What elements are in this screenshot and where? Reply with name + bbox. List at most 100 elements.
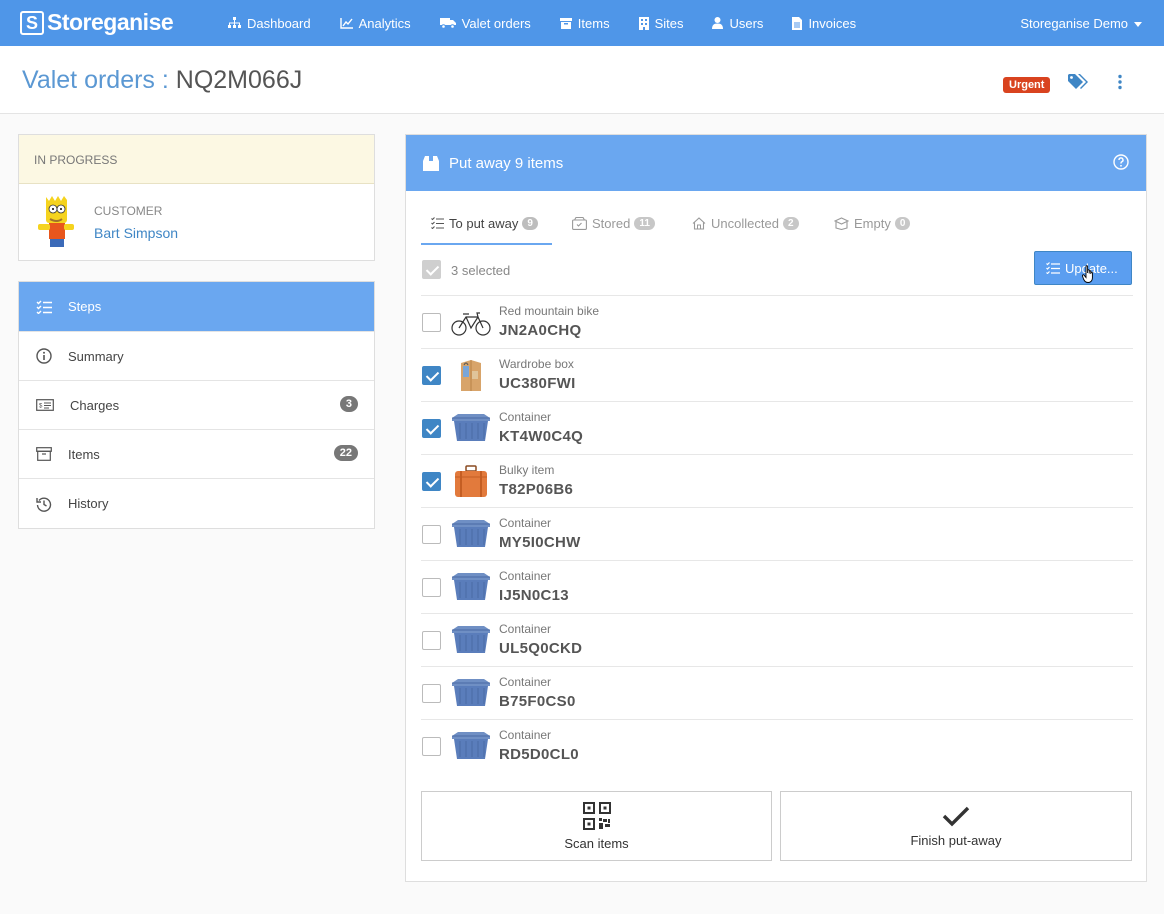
- building-icon: [638, 16, 649, 30]
- finish-put-away-button[interactable]: Finish put-away: [780, 791, 1132, 861]
- user-icon: [712, 17, 724, 29]
- item-checkbox[interactable]: [422, 472, 441, 491]
- nav-users[interactable]: Users: [712, 16, 763, 31]
- sidebar-item-steps[interactable]: Steps: [19, 282, 374, 332]
- selected-count-label: 3 selected: [451, 263, 511, 278]
- list-item[interactable]: Container RD5D0CL0: [421, 720, 1133, 773]
- tab-label: To put away: [449, 216, 519, 231]
- list-item[interactable]: Container KT4W0C4Q: [421, 402, 1133, 455]
- sidebar-item-items[interactable]: Items 22: [19, 430, 374, 479]
- tags-icon[interactable]: [1068, 74, 1088, 90]
- nav-sites[interactable]: Sites: [638, 15, 684, 31]
- history-icon: [36, 496, 52, 512]
- sidebar-item-charges[interactable]: $ Charges 3: [19, 381, 374, 430]
- panel-actions: Scan items Finish put-away: [421, 791, 1133, 861]
- panel-header: Put away 9 items: [406, 135, 1146, 191]
- tab-stored[interactable]: Stored 11: [572, 213, 655, 245]
- wardrobe-box-thumbnail: [461, 360, 481, 391]
- list-item[interactable]: Container B75F0CS0: [421, 667, 1133, 720]
- nav-valet-orders[interactable]: Valet orders: [439, 15, 531, 31]
- nav-sites-label: Sites: [654, 15, 684, 31]
- archive-icon: [36, 447, 52, 461]
- item-type: Container: [499, 410, 552, 424]
- customer-name-link[interactable]: Bart Simpson: [94, 225, 178, 241]
- item-type: Red mountain bike: [499, 304, 600, 318]
- selection-toolbar: 3 selected Update...: [421, 251, 1133, 296]
- item-code: KT4W0C4Q: [499, 428, 584, 445]
- chart-icon: [339, 17, 353, 29]
- brand-logo[interactable]: Storeganise: [20, 9, 174, 36]
- nav-analytics-label: Analytics: [358, 15, 411, 31]
- tab-label: Empty: [854, 216, 891, 231]
- item-checkbox[interactable]: [422, 419, 441, 438]
- sidebar-item-label: History: [68, 496, 109, 511]
- tab-uncollected[interactable]: Uncollected 2: [692, 213, 799, 245]
- truck-icon: [439, 18, 456, 29]
- nav-users-label: Users: [729, 15, 764, 31]
- avatar: [38, 196, 74, 247]
- list-item[interactable]: Container MY5I0CHW: [421, 508, 1133, 561]
- list-item[interactable]: Bulky item T82P06B6: [421, 455, 1133, 508]
- item-code: UL5Q0CKD: [499, 640, 583, 657]
- tab-to-put-away[interactable]: To put away 9: [421, 213, 552, 245]
- nav-valet-orders-label: Valet orders: [461, 15, 531, 31]
- item-checkbox[interactable]: [422, 525, 441, 544]
- nav-analytics[interactable]: Analytics: [339, 15, 411, 31]
- help-icon[interactable]: [1113, 154, 1129, 170]
- list-check-icon: [36, 300, 52, 314]
- breadcrumb-valet-orders[interactable]: Valet orders :: [22, 66, 169, 94]
- item-checkbox[interactable]: [422, 737, 441, 756]
- list-item[interactable]: Container IJ5N0C13: [421, 561, 1133, 614]
- item-code: MY5I0CHW: [499, 534, 581, 551]
- nav-dashboard[interactable]: Dashboard: [228, 16, 311, 31]
- nav-menu: Dashboard Analytics Valet orders Items S…: [228, 0, 885, 46]
- account-menu[interactable]: Storeganise Demo: [1020, 0, 1142, 46]
- more-vertical-icon[interactable]: [1117, 74, 1123, 90]
- sidebar-item-history[interactable]: History: [19, 479, 374, 528]
- nav-dashboard-label: Dashboard: [247, 15, 311, 31]
- container-thumbnail: [452, 573, 490, 600]
- item-type: Container: [499, 569, 552, 583]
- hand-cursor-icon: [1082, 265, 1093, 283]
- qr-code-icon: [582, 801, 611, 830]
- item-checkbox[interactable]: [422, 578, 441, 597]
- sidebar-item-label: Charges: [70, 397, 120, 413]
- container-thumbnail: [452, 414, 490, 441]
- list-item[interactable]: Wardrobe box UC380FWI: [421, 349, 1133, 402]
- box-check-icon: [572, 217, 587, 230]
- nav-invoices[interactable]: Invoices: [792, 16, 856, 31]
- tab-count-badge: 0: [894, 217, 911, 230]
- tab-label: Stored: [592, 216, 631, 231]
- list-item[interactable]: Red mountain bike JN2A0CHQ: [421, 296, 1133, 349]
- finish-put-away-label: Finish put-away: [910, 832, 1002, 848]
- order-sidebar-menu: Steps Summary $ Charges 3 Items 22 Histo…: [18, 281, 375, 529]
- item-code: IJ5N0C13: [499, 587, 569, 604]
- scan-items-button[interactable]: Scan items: [421, 791, 772, 861]
- info-icon: [36, 348, 52, 364]
- item-tabs: To put away 9 Stored 11 Uncollected 2 Em…: [421, 213, 1133, 245]
- nav-items[interactable]: Items: [559, 15, 610, 31]
- nav-items-label: Items: [577, 15, 610, 31]
- bike-thumbnail: [451, 312, 491, 336]
- container-thumbnail: [452, 732, 490, 759]
- order-reference: NQ2M066J: [175, 66, 303, 94]
- item-checkbox[interactable]: [422, 366, 441, 385]
- item-code: JN2A0CHQ: [499, 322, 582, 339]
- brand-name: Storeganise: [47, 9, 174, 35]
- tab-empty[interactable]: Empty 0: [834, 213, 911, 245]
- item-type: Container: [499, 622, 552, 636]
- chevron-down-icon: [1134, 21, 1142, 27]
- customer-label: CUSTOMER: [94, 204, 163, 218]
- sidebar-item-summary[interactable]: Summary: [19, 332, 374, 381]
- customer-block: CUSTOMER Bart Simpson: [19, 184, 374, 261]
- item-checkbox[interactable]: [422, 313, 441, 332]
- item-code: UC380FWI: [499, 375, 576, 392]
- select-all-checkbox[interactable]: [422, 260, 441, 279]
- item-checkbox[interactable]: [422, 684, 441, 703]
- page-header: Valet orders : NQ2M066J Urgent: [0, 46, 1164, 114]
- list-item[interactable]: Container UL5Q0CKD: [421, 614, 1133, 667]
- sidebar-item-label: Steps: [68, 299, 102, 314]
- home-icon: [692, 217, 706, 230]
- item-code: B75F0CS0: [499, 693, 576, 710]
- item-checkbox[interactable]: [422, 631, 441, 650]
